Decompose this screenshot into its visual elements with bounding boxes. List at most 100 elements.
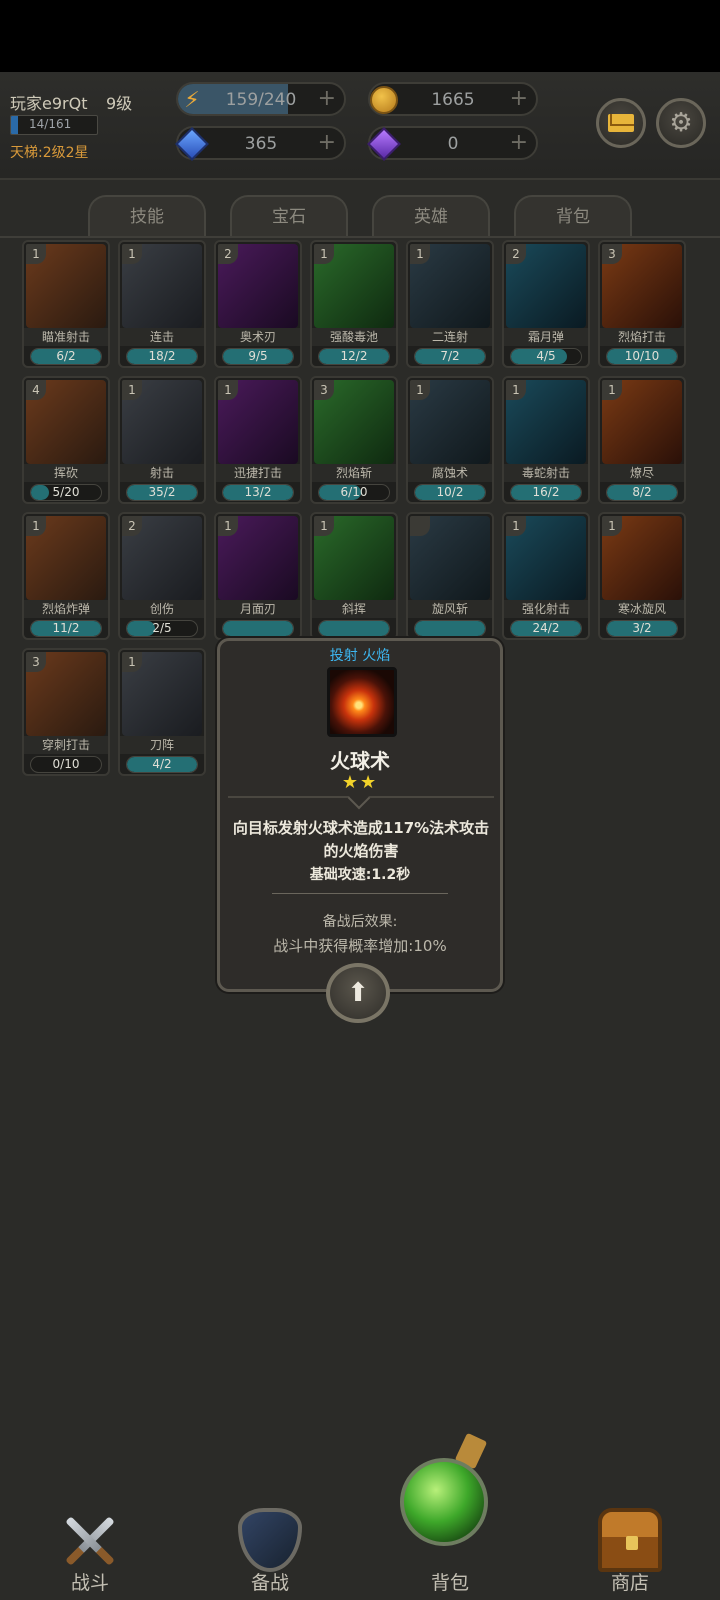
skill-name-label: 斜挥	[312, 600, 396, 618]
bottom-navbar: 战斗 备战 背包 商店	[0, 1432, 720, 1600]
nav-shop-label: 商店	[610, 1572, 649, 1594]
skill-progress-text: 35/2	[148, 485, 176, 499]
skill-name-label: 燎尽	[600, 464, 684, 482]
skill-progress-text: 2/5	[152, 621, 172, 635]
skill-name-label: 迅捷打击	[216, 464, 300, 482]
skill-card[interactable]: 1 瞄准射击 6/2	[22, 240, 110, 368]
add-coins-button[interactable]: +	[510, 86, 528, 111]
skill-card[interactable]: 1 斜挥	[310, 512, 398, 640]
skill-card[interactable]: 3 穿刺打击 0/10	[22, 648, 110, 776]
mail-button[interactable]	[596, 98, 646, 148]
player-name: 玩家e9rQt	[10, 94, 88, 113]
skill-progress-text: 18/2	[148, 349, 176, 363]
skill-progress-text: 3/2	[632, 621, 652, 635]
skill-card[interactable]: 1 射击 35/2	[118, 376, 206, 504]
skill-card[interactable]: 3 烈焰斩 6/10	[310, 376, 398, 504]
settings-button[interactable]: ⚙	[656, 98, 706, 148]
skill-attack-speed: 基础攻速:1.2秒	[309, 867, 411, 883]
skill-progress-bar: 18/2	[126, 348, 198, 365]
skill-level-badge: 2	[122, 516, 142, 536]
skill-level-badge: 1	[314, 244, 334, 264]
skill-level-badge: 1	[122, 380, 142, 400]
xp-bar-fill	[11, 116, 19, 134]
player-level: 9级	[106, 94, 133, 113]
bonus-title: 备战后效果:	[322, 914, 398, 930]
skill-name-label: 腐蚀术	[408, 464, 492, 482]
skill-card[interactable]: 1 腐蚀术 10/2	[406, 376, 494, 504]
skill-card[interactable]: 1 燎尽 8/2	[598, 376, 686, 504]
tab-skills[interactable]: 技能	[88, 195, 206, 237]
skill-progress-bar: 16/2	[510, 484, 582, 501]
skill-name-label: 强酸毒池	[312, 328, 396, 346]
nav-backpack[interactable]: 背包	[390, 1432, 510, 1600]
skill-name-label: 烈焰打击	[600, 328, 684, 346]
add-energy-button[interactable]: +	[318, 86, 336, 111]
skill-progress-text: 10/10	[624, 349, 660, 363]
skill-progress-text: 16/2	[532, 485, 560, 499]
nav-shop[interactable]: 商店	[570, 1480, 690, 1600]
skill-progress-fill	[319, 621, 389, 636]
skill-card[interactable]: 1 月面刃	[214, 512, 302, 640]
skill-name-label: 寒冰旋风	[600, 600, 684, 618]
skill-card[interactable]: 旋风斩	[406, 512, 494, 640]
skill-name-label: 奥术刃	[216, 328, 300, 346]
skill-card[interactable]: 4 挥砍 5/20	[22, 376, 110, 504]
skill-name-label: 强化射击	[504, 600, 588, 618]
tab-gems[interactable]: 宝石	[230, 195, 348, 237]
skill-card[interactable]: 1 强酸毒池 12/2	[310, 240, 398, 368]
skill-card[interactable]: 1 烈焰炸弹 11/2	[22, 512, 110, 640]
tab-bar: 技能 宝石 英雄 背包	[0, 195, 720, 237]
skill-progress-fill	[415, 621, 485, 636]
skill-card[interactable]: 1 寒冰旋风 3/2	[598, 512, 686, 640]
skill-card[interactable]: 1 二连射 7/2	[406, 240, 494, 368]
tab-heroes[interactable]: 英雄	[372, 195, 490, 237]
skill-progress-text: 24/2	[532, 621, 560, 635]
skill-progress-fill	[223, 621, 293, 636]
purple-gem-resource: 0 +	[367, 126, 538, 161]
upgrade-button[interactable]: ⬆	[326, 963, 390, 1023]
skill-progress-text: 5/20	[52, 485, 80, 499]
skill-progress-text: 0/10	[52, 757, 80, 771]
nav-prepare[interactable]: 备战	[210, 1480, 330, 1600]
skill-progress-bar	[414, 620, 486, 637]
skill-progress-text: 9/5	[248, 349, 268, 363]
bonus-text: 战斗中获得概率增加:10%	[273, 937, 447, 955]
skill-card[interactable]: 1 连击 18/2	[118, 240, 206, 368]
skill-card[interactable]: 1 迅捷打击 13/2	[214, 376, 302, 504]
skill-level-badge: 1	[26, 516, 46, 536]
nav-battle[interactable]: 战斗	[30, 1480, 150, 1600]
skill-progress-text: 11/2	[52, 621, 80, 635]
skill-name-label: 月面刃	[216, 600, 300, 618]
skill-level-badge: 3	[602, 244, 622, 264]
skill-name-label: 旋风斩	[408, 600, 492, 618]
skill-name-label: 射击	[120, 464, 204, 482]
skill-level-badge: 1	[506, 380, 526, 400]
skill-progress-bar: 0/10	[30, 756, 102, 773]
tab-backpack[interactable]: 背包	[514, 195, 632, 237]
nav-backpack-label: 背包	[430, 1572, 469, 1594]
add-blue-gems-button[interactable]: +	[318, 130, 336, 155]
skill-progress-text: 13/2	[244, 485, 272, 499]
skill-card[interactable]: 1 刀阵 4/2	[118, 648, 206, 776]
skill-progress-bar: 24/2	[510, 620, 582, 637]
skill-progress-bar: 10/10	[606, 348, 678, 365]
skill-progress-bar: 4/5	[510, 348, 582, 365]
skill-card[interactable]: 1 毒蛇射击 16/2	[502, 376, 590, 504]
skill-level-badge: 4	[26, 380, 46, 400]
skill-card[interactable]: 2 奥术刃 9/5	[214, 240, 302, 368]
potion-icon	[400, 1458, 488, 1546]
skill-progress-bar: 4/2	[126, 756, 198, 773]
skill-card[interactable]: 2 霜月弹 4/5	[502, 240, 590, 368]
skill-description: 向目标发射火球术造成117%法术攻击的火焰伤害	[232, 819, 490, 860]
skill-card[interactable]: 1 强化射击 24/2	[502, 512, 590, 640]
skill-card[interactable]: 2 创伤 2/5	[118, 512, 206, 640]
skill-level-badge: 1	[410, 244, 430, 264]
energy-resource: ⚡ 159/240 +	[176, 82, 346, 116]
add-purple-gems-button[interactable]: +	[510, 130, 528, 155]
skill-name-label: 烈焰炸弹	[24, 600, 108, 618]
skill-level-badge: 1	[314, 516, 334, 536]
blue-gem-value: 365	[244, 134, 278, 154]
skill-progress-bar: 6/2	[30, 348, 102, 365]
skill-card[interactable]: 3 烈焰打击 10/10	[598, 240, 686, 368]
skill-progress-bar: 9/5	[222, 348, 294, 365]
